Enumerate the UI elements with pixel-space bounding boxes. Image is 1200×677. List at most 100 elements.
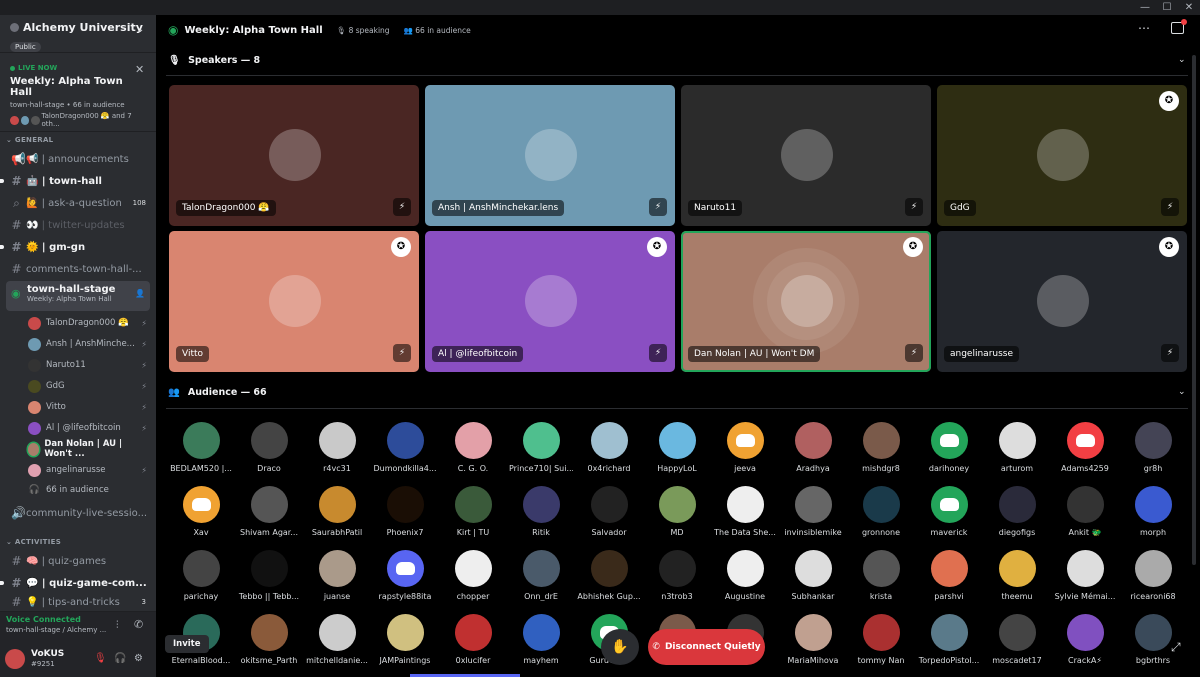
audience-member[interactable]: mitchelldanie... [305,614,369,665]
audience-member[interactable]: morph [1121,486,1185,537]
channel-gm-gn[interactable]: # 🌞 | gm-gn [0,237,150,257]
audience-member[interactable]: TorpedoPistol... [917,614,981,665]
audience-member[interactable]: HappyLoL [645,422,709,473]
audience-member[interactable]: parshvi [917,550,981,601]
voice-status[interactable]: Voice Connected [6,615,150,624]
audience-member[interactable]: Onn_drE [509,550,573,601]
audience-member[interactable]: Salvador [577,486,641,537]
minimize-button[interactable]: — [1134,0,1156,15]
chevron-down-icon[interactable]: ⌄ [1178,55,1186,65]
raise-hand-button[interactable]: ✋ [601,629,639,665]
audience-member[interactable]: Sylvie Mémai... [1053,550,1117,601]
audience-member[interactable]: Shivam Agar... [237,486,301,537]
audience-member[interactable]: moscadet17 [985,614,1049,665]
speaker-tile[interactable]: Al | @lifeofbitcoin ⚡ ✪ [425,231,675,372]
audience-member[interactable]: Kirt | TU [441,486,505,537]
add-user-icon[interactable]: 👤 [135,289,145,298]
audience-member[interactable]: gronnone [849,486,913,537]
audience-member[interactable]: tommy Nan [849,614,913,665]
speaker-tile[interactable]: Dan Nolan | AU | Won't DM ⚡ ✪ [681,231,931,372]
audience-member[interactable]: ricearoni68 [1121,550,1185,601]
audience-member[interactable]: SaurabhPatil [305,486,369,537]
audience-member[interactable]: okitsme_Parth [237,614,301,665]
speaker-tile[interactable]: Ansh | AnshMinchekar.lens ⚡ [425,85,675,226]
speaker-tile[interactable]: angelinarusse ⚡ ✪ [937,231,1187,372]
speaker-tile[interactable]: Naruto11 ⚡ [681,85,931,226]
voice-user[interactable]: Al | @lifeofbitcoin ⚡ [28,419,150,437]
server-header[interactable]: Alchemy University ⌄ Public [0,15,156,53]
channel-ask-a-question[interactable]: ⌕ 🙋 | ask-a-question 108 [6,193,150,213]
speaker-tile[interactable]: GdG ⚡ ✪ [937,85,1187,226]
channel-town-hall-stage[interactable]: ◉ town-hall-stage Weekly: Alpha Town Hal… [6,281,150,311]
audience-member[interactable]: jeeva [713,422,777,473]
audience-member[interactable]: MD [645,486,709,537]
audience-member[interactable]: theemu [985,550,1049,601]
audience-member[interactable]: maverick [917,486,981,537]
audience-member[interactable]: Tebbo || Tebb... [237,550,301,601]
audience-member[interactable]: The Data She... [713,486,777,537]
audience-member[interactable]: BEDLAM520 |... [169,422,233,473]
disconnect-call-icon[interactable]: ✆ [134,618,143,631]
voice-audience-count[interactable]: 🎧 66 in audience [28,481,150,499]
speaker-tile[interactable]: Vitto ⚡ ✪ [169,231,419,372]
audience-member[interactable]: rapstyle88ita [373,550,437,601]
voice-user[interactable]: Ansh | AnshMinche... ⚡ [28,335,150,353]
audience-member[interactable]: Adams4259 [1053,422,1117,473]
voice-user[interactable]: TalonDragon000 😤 ⚡ [28,314,150,332]
fullscreen-icon[interactable]: ⤢ [1171,640,1181,655]
speaker-tile[interactable]: TalonDragon000 😤 ⚡ [169,85,419,226]
chevron-down-icon[interactable]: ⌄ [136,24,144,35]
channel-quiz-game-com[interactable]: # 💬 | quiz-game-com... [0,573,150,593]
category-activities[interactable]: ⌄ ACTIVITIES [6,538,61,546]
speakers-header[interactable]: 🎙 Speakers — 8 [168,55,260,66]
noise-suppression-icon[interactable]: ⫶ [116,620,119,631]
audience-member[interactable]: chopper [441,550,505,601]
headphones-icon[interactable]: 🎧 [114,653,126,664]
audience-member[interactable]: Dumondkilla4... [373,422,437,473]
avatar[interactable] [5,649,25,669]
voice-user[interactable]: angelinarusse ⚡ [28,461,150,479]
audience-member[interactable]: JAMPaintings [373,614,437,665]
voice-channel-link[interactable]: town-hall-stage / Alchemy ... [6,626,150,634]
close-icon[interactable]: ✕ [135,63,144,76]
audience-member[interactable]: krista [849,550,913,601]
audience-member[interactable]: darihoney [917,422,981,473]
audience-member[interactable]: Abhishek Gup... [577,550,641,601]
mic-muted-icon[interactable]: 🎙 [94,653,107,664]
chevron-down-icon[interactable]: ⌄ [1178,387,1186,397]
audience-member[interactable]: 0x4richard [577,422,641,473]
audience-member[interactable]: CrackA⚡ [1053,614,1117,665]
voice-user[interactable]: Naruto11 ⚡ [28,356,150,374]
scrollbar[interactable] [1192,55,1196,565]
voice-user[interactable]: Vitto ⚡ [28,398,150,416]
audience-member[interactable]: Augustine [713,550,777,601]
audience-member[interactable]: diegofigs [985,486,1049,537]
maximize-button[interactable]: ☐ [1156,0,1178,15]
more-icon[interactable]: ⋯ [1138,21,1150,35]
close-window-button[interactable]: ✕ [1178,0,1200,15]
audience-member[interactable]: arturom [985,422,1049,473]
audience-member[interactable]: Phoenix7 [373,486,437,537]
audience-member[interactable]: Prince710| Sui... [509,422,573,473]
voice-user[interactable]: GdG ⚡ [28,377,150,395]
audience-member[interactable]: n3trob3 [645,550,709,601]
channel-quiz-games[interactable]: # 🧠 | quiz-games [6,551,150,571]
audience-header[interactable]: 👥 Audience — 66 [168,387,267,398]
audience-member[interactable]: Xav [169,486,233,537]
audience-member[interactable]: mishdgr8 [849,422,913,473]
audience-member[interactable]: Draco [237,422,301,473]
invite-button[interactable]: Invite [165,635,209,653]
channel-town-hall[interactable]: # 🤖 | town-hall [0,171,150,191]
audience-member[interactable]: Ritik [509,486,573,537]
popout-icon[interactable] [1171,19,1187,34]
audience-member[interactable]: Ankit 🐲 [1053,486,1117,537]
channel-community-live-sessions[interactable]: 🔊 community-live-sessio... [6,503,150,523]
audience-member[interactable]: mayhem [509,614,573,665]
audience-member[interactable]: 0xlucifer [441,614,505,665]
audience-member[interactable]: C. G. O. [441,422,505,473]
channel-comments-town-hall[interactable]: # comments-town-hall-... [6,259,150,279]
gear-icon[interactable]: ⚙ [134,653,143,664]
audience-member[interactable]: MariaMihova [781,614,845,665]
audience-member[interactable]: juanse [305,550,369,601]
audience-member[interactable]: parichay [169,550,233,601]
